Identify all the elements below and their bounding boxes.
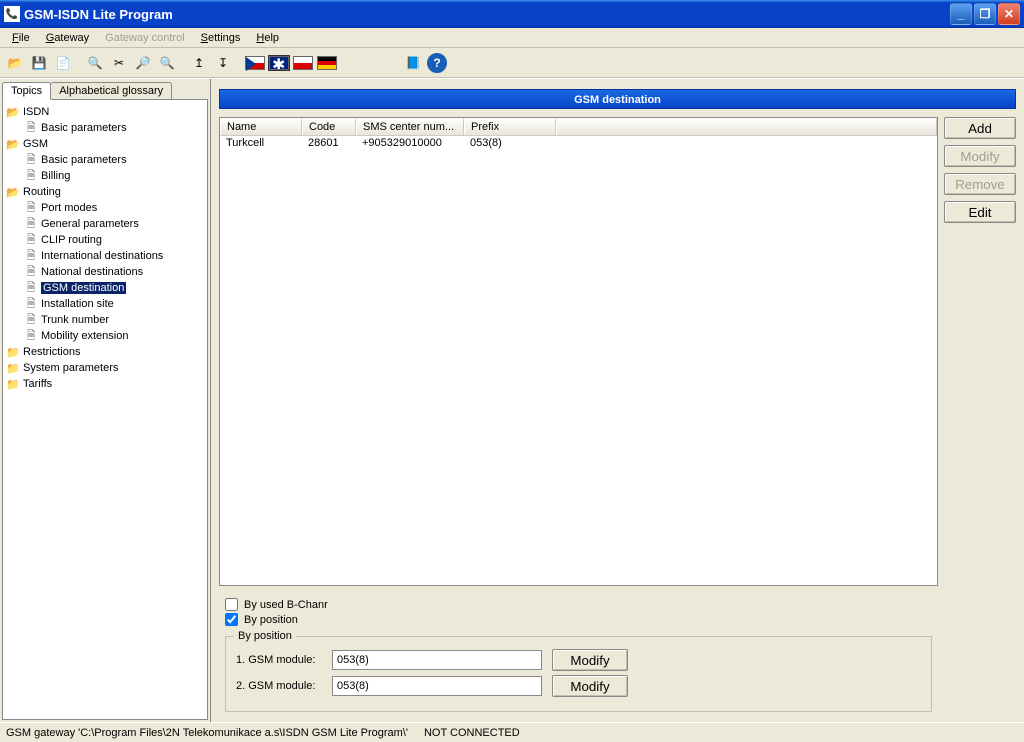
tree-restrictions[interactable]: 📁Restrictions (5, 344, 205, 360)
chk-by-position[interactable]: By position (225, 613, 932, 626)
close-button[interactable]: ✕ (998, 3, 1020, 25)
main-area: Topics Alphabetical glossary 📂ISDN 🗎Basi… (0, 78, 1024, 722)
table-row[interactable]: Turkcell 28601 +905329010000 053(8) (220, 136, 937, 152)
tool-icon-2[interactable]: ✂ (108, 52, 130, 74)
flag-uk[interactable] (268, 52, 290, 74)
modify-button: Modify (944, 145, 1016, 167)
menu-bar: File Gateway Gateway control Settings He… (0, 28, 1024, 48)
maximize-button[interactable]: ❐ (974, 3, 996, 25)
menu-gateway-control: Gateway control (97, 30, 192, 46)
menu-settings[interactable]: Settings (193, 30, 249, 46)
table-header: Name Code SMS center num... Prefix (220, 118, 937, 136)
window-title: GSM-ISDN Lite Program (24, 7, 950, 22)
tree-view[interactable]: 📂ISDN 🗎Basic parameters 📂GSM 🗎Basic para… (2, 99, 208, 720)
by-position-group: By position 1. GSM module: Modify 2. GSM… (225, 636, 932, 712)
th-code[interactable]: Code (302, 118, 356, 135)
flag-pl[interactable] (292, 52, 314, 74)
status-connection: NOT CONNECTED (424, 727, 520, 739)
th-sms[interactable]: SMS center num... (356, 118, 464, 135)
tree-isdn-basic[interactable]: 🗎Basic parameters (5, 120, 205, 136)
panel-title: GSM destination (219, 89, 1016, 109)
tool-icon-3[interactable]: 🔎 (132, 52, 154, 74)
input-gsm1[interactable] (332, 650, 542, 670)
status-bar: GSM gateway 'C:\Program Files\2N Telekom… (0, 722, 1024, 742)
tree-sys-params[interactable]: 📁System parameters (5, 360, 205, 376)
tab-topics[interactable]: Topics (2, 82, 51, 100)
info-icon[interactable]: 📘 (402, 52, 424, 74)
right-panel: GSM destination Name Code SMS center num… (211, 79, 1024, 722)
tool-icon-4[interactable]: 🔍 (156, 52, 178, 74)
title-bar: 📞 GSM-ISDN Lite Program _ ❐ ✕ (0, 0, 1024, 28)
modify-gsm1-button[interactable]: Modify (552, 649, 628, 671)
label-gsm1: 1. GSM module: (236, 654, 326, 666)
arrow-down-icon[interactable]: ↧ (212, 52, 234, 74)
remove-button: Remove (944, 173, 1016, 195)
input-gsm2[interactable] (332, 676, 542, 696)
add-button[interactable]: Add (944, 117, 1016, 139)
menu-gateway[interactable]: Gateway (38, 30, 97, 46)
toolbar: 📂 💾 📄 🔍 ✂ 🔎 🔍 ↥ ↧ 📘 ? (0, 48, 1024, 78)
arrow-up-icon[interactable]: ↥ (188, 52, 210, 74)
th-name[interactable]: Name (220, 118, 302, 135)
flag-de[interactable] (316, 52, 338, 74)
left-panel: Topics Alphabetical glossary 📂ISDN 🗎Basi… (0, 79, 211, 722)
modify-gsm2-button[interactable]: Modify (552, 675, 628, 697)
help-icon[interactable]: ? (426, 52, 448, 74)
open-icon[interactable]: 📂 (4, 52, 26, 74)
tool-icon-1[interactable]: 🔍 (84, 52, 106, 74)
edit-button[interactable]: Edit (944, 201, 1016, 223)
tree-gsm-billing[interactable]: 🗎Billing (5, 168, 205, 184)
label-gsm2: 2. GSM module: (236, 680, 326, 692)
app-icon: 📞 (4, 6, 20, 22)
th-rest (556, 118, 937, 135)
document-icon[interactable]: 📄 (52, 52, 74, 74)
tree-mobility-ext[interactable]: 🗎Mobility extension (5, 328, 205, 344)
menu-file[interactable]: File (4, 30, 38, 46)
status-path: GSM gateway 'C:\Program Files\2N Telekom… (6, 727, 408, 739)
group-legend: By position (234, 630, 296, 642)
chk-by-bchan[interactable]: By used B-Chanr (225, 598, 932, 611)
tree-tariffs[interactable]: 📁Tariffs (5, 376, 205, 392)
menu-help[interactable]: Help (248, 30, 287, 46)
save-icon[interactable]: 💾 (28, 52, 50, 74)
th-prefix[interactable]: Prefix (464, 118, 556, 135)
tab-glossary[interactable]: Alphabetical glossary (50, 82, 172, 99)
destination-table[interactable]: Name Code SMS center num... Prefix Turkc… (219, 117, 938, 586)
flag-cz[interactable] (244, 52, 266, 74)
minimize-button[interactable]: _ (950, 3, 972, 25)
